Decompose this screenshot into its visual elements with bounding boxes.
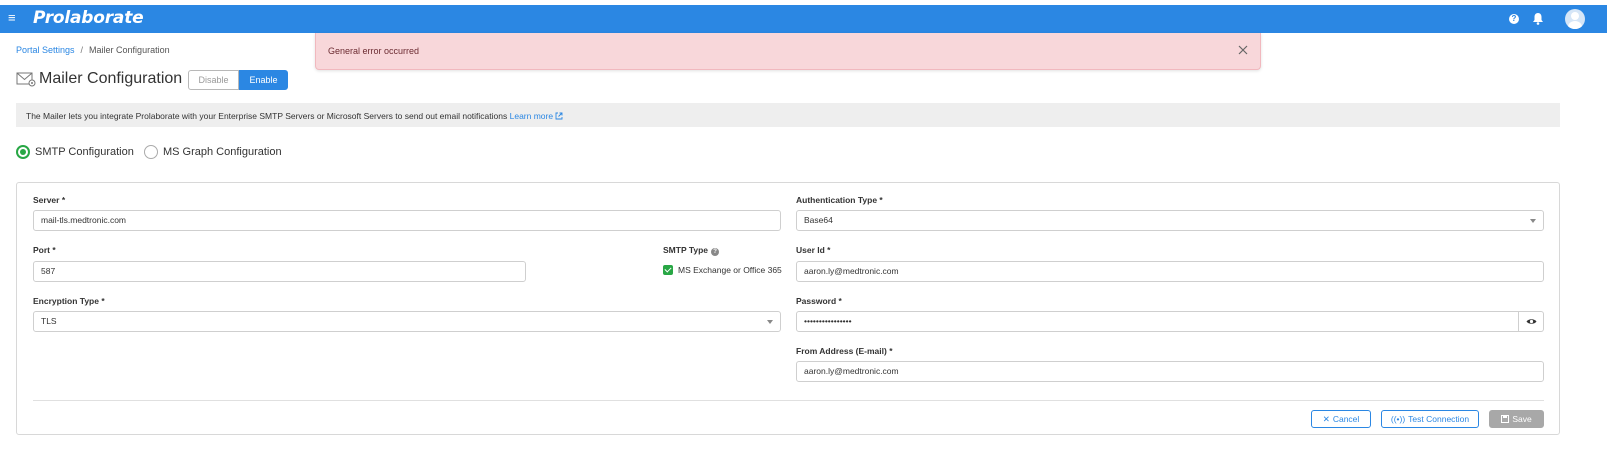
authentication-type-label: Authentication Type * [796, 195, 883, 205]
save-icon [1501, 415, 1510, 423]
ms-graph-configuration-label: MS Graph Configuration [163, 146, 282, 158]
server-input[interactable]: mail-tls.medtronic.com [33, 210, 781, 231]
save-label: Save [1512, 414, 1532, 424]
ms-graph-configuration-radio[interactable]: MS Graph Configuration [144, 145, 282, 159]
disable-button[interactable]: Disable [188, 70, 239, 90]
broadcast-icon: ((•)) [1390, 414, 1406, 424]
cancel-label: Cancel [1332, 414, 1360, 424]
smtp-config-panel: Server * mail-tls.medtronic.com Port * 5… [16, 182, 1560, 435]
learn-more-link[interactable]: Learn more [510, 111, 563, 121]
help-icon[interactable]: ? [1509, 14, 1519, 24]
save-button[interactable]: Save [1489, 410, 1544, 428]
cancel-x-icon: ✕ [1322, 414, 1330, 424]
info-icon[interactable]: ? [711, 248, 720, 256]
smtp-configuration-label: SMTP Configuration [35, 146, 134, 158]
authentication-type-value: Base64 [804, 215, 833, 225]
enable-button[interactable]: Enable [239, 70, 288, 90]
from-address-input[interactable]: aaron.ly@medtronic.com [796, 361, 1544, 382]
error-toast: General error occurred [315, 33, 1261, 70]
page-title: Mailer Configuration [39, 70, 183, 87]
password-input[interactable]: •••••••••••••••• [796, 311, 1519, 332]
user-avatar-icon[interactable] [1565, 9, 1585, 29]
password-label: Password * [796, 296, 842, 306]
eye-icon [1526, 319, 1537, 324]
navbar: ≡ Prolaborate ? [0, 5, 1607, 33]
radio-unchecked-icon [144, 145, 158, 159]
info-text: The Mailer lets you integrate Prolaborat… [26, 111, 508, 121]
smtp-type-label-row: SMTP Type? [663, 245, 720, 256]
caret-down-icon [1530, 219, 1536, 223]
breadcrumb-separator: / [80, 45, 84, 55]
mail-settings-icon [16, 72, 36, 87]
smtp-type-option[interactable]: MS Exchange or Office 365 [663, 265, 782, 275]
breadcrumb: Portal Settings / Mailer Configuration [16, 45, 170, 55]
show-password-button[interactable] [1519, 311, 1544, 332]
close-icon[interactable] [1236, 43, 1250, 57]
hamburger-menu-icon[interactable]: ≡ [8, 11, 20, 25]
error-toast-message: General error occurred [328, 46, 420, 56]
server-label: Server * [33, 195, 66, 205]
caret-down-icon [767, 320, 773, 324]
brand-logo[interactable]: Prolaborate [33, 8, 144, 28]
authentication-type-select[interactable]: Base64 [796, 210, 1544, 231]
bell-icon[interactable] [1532, 12, 1544, 25]
smtp-type-option-label: MS Exchange or Office 365 [678, 265, 782, 275]
user-id-label: User Id * [796, 245, 831, 255]
info-banner: The Mailer lets you integrate Prolaborat… [16, 103, 1560, 127]
mailer-toggle: Disable Enable [188, 70, 288, 90]
breadcrumb-current: Mailer Configuration [89, 45, 170, 55]
divider [33, 400, 1544, 401]
test-connection-button[interactable]: ((•)) Test Connection [1381, 410, 1479, 428]
smtp-type-label: SMTP Type [663, 245, 709, 255]
radio-checked-icon [16, 145, 30, 159]
checkbox-checked-icon[interactable] [663, 265, 673, 275]
port-label: Port * [33, 245, 56, 255]
external-link-icon [555, 112, 563, 120]
info-text-row: The Mailer lets you integrate Prolaborat… [26, 111, 563, 121]
smtp-configuration-radio[interactable]: SMTP Configuration [16, 145, 134, 159]
port-input[interactable]: 587 [33, 261, 526, 282]
learn-more-label: Learn more [509, 111, 554, 121]
encryption-type-value: TLS [41, 316, 57, 326]
user-id-input[interactable]: aaron.ly@medtronic.com [796, 261, 1544, 282]
encryption-type-label: Encryption Type * [33, 296, 105, 306]
test-connection-label: Test Connection [1408, 414, 1470, 424]
breadcrumb-portal-settings[interactable]: Portal Settings [16, 45, 75, 55]
from-address-label: From Address (E-mail) * [796, 346, 893, 356]
cancel-button[interactable]: ✕ Cancel [1311, 410, 1371, 428]
encryption-type-select[interactable]: TLS [33, 311, 781, 332]
